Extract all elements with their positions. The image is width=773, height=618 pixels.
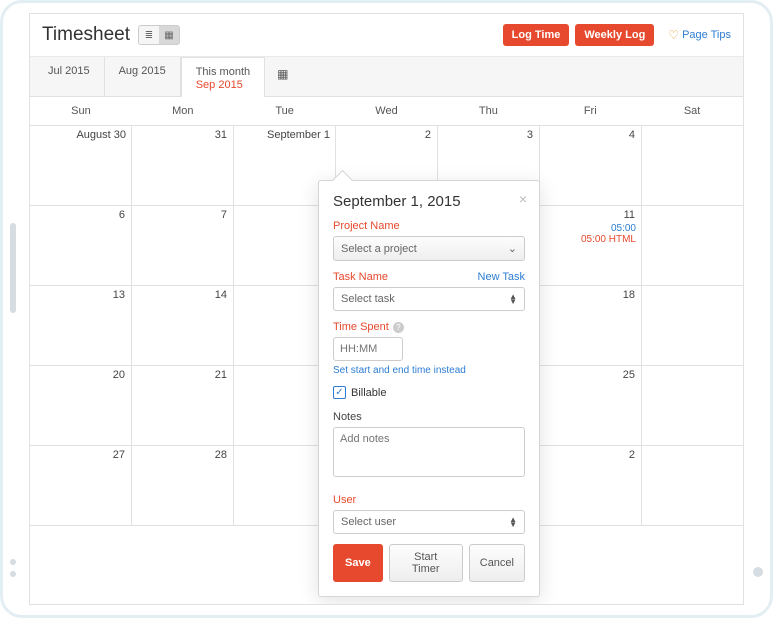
cancel-button[interactable]: Cancel <box>469 544 525 582</box>
day-number: 6 <box>119 209 125 221</box>
page-title: Timesheet <box>42 24 130 46</box>
notes-label: Notes <box>333 411 525 423</box>
day-number: 20 <box>113 369 125 381</box>
calendar-day-cell[interactable]: 20 <box>30 366 132 445</box>
weekday-label: Thu <box>437 97 539 125</box>
weekday-label: Fri <box>539 97 641 125</box>
weekday-label: Sun <box>30 97 132 125</box>
calendar-day-cell[interactable] <box>642 366 743 445</box>
calendar-day-cell[interactable]: 28 <box>132 446 234 525</box>
checkbox-checked-icon: ✓ <box>333 386 346 399</box>
start-timer-button[interactable]: Start Timer <box>389 544 463 582</box>
day-number: 18 <box>623 289 635 301</box>
user-select[interactable]: Select user ▲▼ <box>333 510 525 534</box>
task-select[interactable]: Select task ▲▼ <box>333 287 525 311</box>
weekday-label: Wed <box>336 97 438 125</box>
notes-textarea[interactable] <box>333 427 525 477</box>
lightbulb-icon: ♡ <box>668 28 679 42</box>
calendar-day-cell[interactable] <box>642 206 743 285</box>
day-number: 28 <box>215 449 227 461</box>
start-end-time-link[interactable]: Set start and end time instead <box>333 365 525 376</box>
scroll-indicator <box>10 223 16 313</box>
weekday-label: Mon <box>132 97 234 125</box>
tab-jul[interactable]: Jul 2015 <box>34 57 105 96</box>
calendar-day-cell[interactable]: 2 <box>540 446 642 525</box>
calendar-day-cell[interactable]: 27 <box>30 446 132 525</box>
day-number: 25 <box>623 369 635 381</box>
calendar-day-cell[interactable]: 11 05:0005:00 HTML <box>540 206 642 285</box>
calendar-day-cell[interactable]: August 30 <box>30 126 132 205</box>
log-time-popover: × September 1, 2015 Project Name Select … <box>318 180 540 597</box>
page-tips-link[interactable]: ♡ Page Tips <box>668 28 731 42</box>
new-task-link[interactable]: New Task <box>478 271 525 283</box>
day-number: 13 <box>113 289 125 301</box>
list-view-icon[interactable]: ≣ <box>139 26 159 44</box>
top-bar: Timesheet ≣ ▦ Log Time Weekly Log ♡ Page… <box>30 14 743 57</box>
weekly-log-button[interactable]: Weekly Log <box>575 24 654 46</box>
view-toggle: ≣ ▦ <box>138 25 180 45</box>
device-dots-left <box>10 559 16 577</box>
chevron-down-icon: ⌄ <box>508 242 517 255</box>
day-number: 14 <box>215 289 227 301</box>
project-select[interactable]: Select a project ⌄ <box>333 236 525 261</box>
day-number: 11 <box>624 209 635 221</box>
device-frame: Timesheet ≣ ▦ Log Time Weekly Log ♡ Page… <box>0 0 773 618</box>
project-name-label: Project Name <box>333 220 525 232</box>
calendar-event[interactable]: 05:00 HTML <box>545 234 636 245</box>
calendar-day-cell[interactable]: 4 <box>540 126 642 205</box>
day-number: 2 <box>425 129 431 141</box>
day-number: August 30 <box>35 129 126 141</box>
day-number: 31 <box>215 129 227 141</box>
calendar-day-cell[interactable]: 13 <box>30 286 132 365</box>
calendar-picker-icon[interactable]: ▦ <box>265 57 300 96</box>
popover-date-title: September 1, 2015 <box>333 193 525 210</box>
calendar-day-cell[interactable] <box>642 126 743 205</box>
device-dots-right <box>753 567 763 577</box>
day-number: 27 <box>113 449 125 461</box>
close-icon[interactable]: × <box>519 191 527 207</box>
calendar-day-cell[interactable]: 21 <box>132 366 234 445</box>
updown-icon: ▲▼ <box>509 294 517 304</box>
day-number: 7 <box>221 209 227 221</box>
log-time-button[interactable]: Log Time <box>503 24 570 46</box>
weekday-header: SunMonTueWedThuFriSat <box>30 97 743 126</box>
calendar-event[interactable]: 05:00 <box>545 223 636 234</box>
day-number: September 1 <box>239 129 330 141</box>
calendar-day-cell[interactable]: 18 <box>540 286 642 365</box>
day-number: 2 <box>629 449 635 461</box>
calendar-day-cell[interactable]: 31 <box>132 126 234 205</box>
task-name-label: Task Name <box>333 271 388 283</box>
calendar-day-cell[interactable]: 25 <box>540 366 642 445</box>
day-number: 4 <box>629 129 635 141</box>
calendar-view-icon[interactable]: ▦ <box>159 26 179 44</box>
help-icon[interactable]: ? <box>393 322 404 333</box>
calendar-day-cell[interactable] <box>642 446 743 525</box>
user-label: User <box>333 494 525 506</box>
time-spent-label: Time Spent <box>333 321 389 333</box>
calendar-day-cell[interactable] <box>642 286 743 365</box>
app-window: Timesheet ≣ ▦ Log Time Weekly Log ♡ Page… <box>29 13 744 605</box>
weekday-label: Tue <box>234 97 336 125</box>
save-button[interactable]: Save <box>333 544 383 582</box>
month-tabs: Jul 2015 Aug 2015 This month Sep 2015 ▦ <box>30 57 743 97</box>
day-number: 21 <box>215 369 227 381</box>
updown-icon: ▲▼ <box>509 517 517 527</box>
tab-current-month[interactable]: This month Sep 2015 <box>181 57 265 97</box>
calendar-day-cell[interactable]: 7 <box>132 206 234 285</box>
day-number: 3 <box>527 129 533 141</box>
calendar-day-cell[interactable]: 6 <box>30 206 132 285</box>
calendar-day-cell[interactable]: 14 <box>132 286 234 365</box>
tab-aug[interactable]: Aug 2015 <box>105 57 181 96</box>
billable-checkbox-row[interactable]: ✓ Billable <box>333 386 525 399</box>
time-spent-input[interactable] <box>333 337 403 361</box>
weekday-label: Sat <box>641 97 743 125</box>
